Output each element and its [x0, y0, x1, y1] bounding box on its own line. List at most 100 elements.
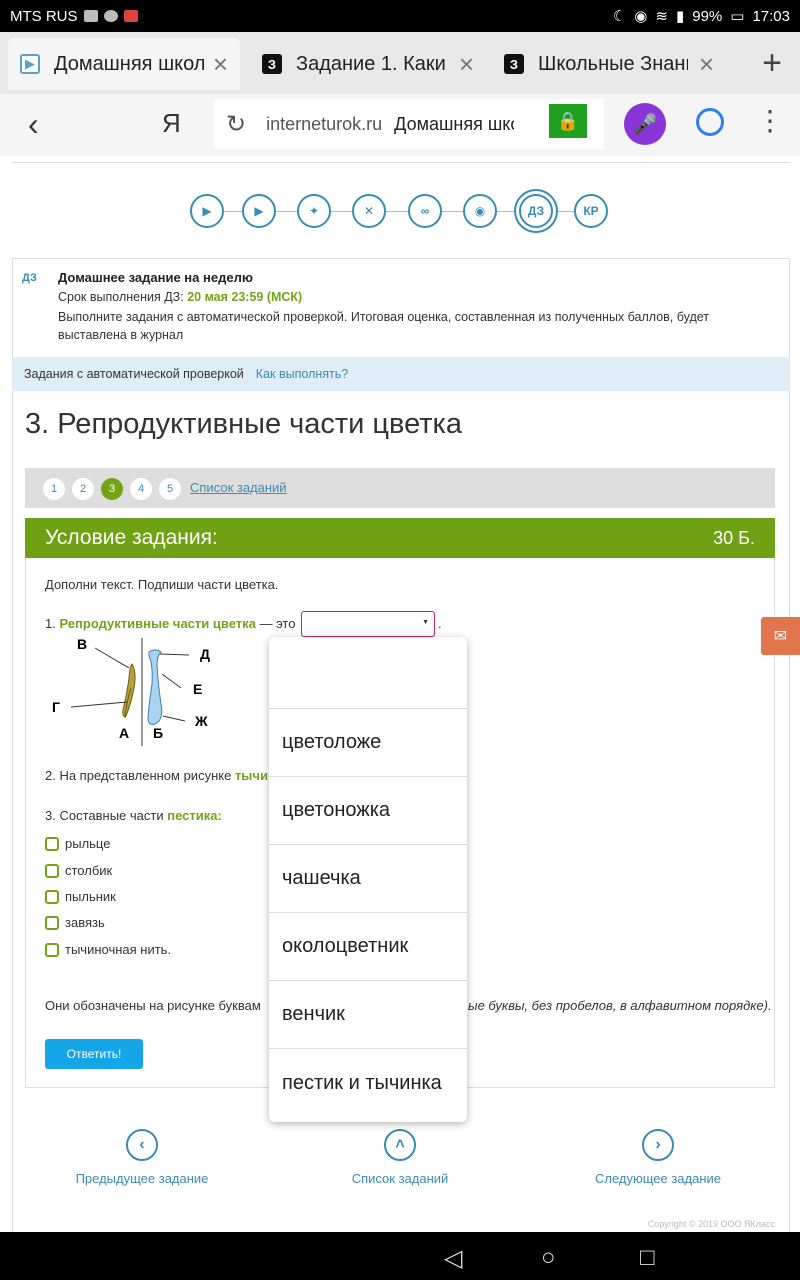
page-2-button[interactable]: 2	[72, 478, 94, 500]
q1-end: .	[438, 616, 442, 631]
dropdown-option[interactable]: цветоножка	[269, 777, 467, 845]
dropdown-option[interactable]: пестик и тычинка	[269, 1049, 467, 1117]
task-list-button[interactable]: ˄ Список заданий	[330, 1129, 470, 1186]
label-g: Г	[52, 699, 60, 715]
nav-home-icon[interactable]: ○	[541, 1244, 556, 1272]
task-list-link[interactable]: Список заданий	[190, 480, 287, 495]
battery-icon: ▭	[730, 8, 745, 25]
tab-title: Школьные Знания	[538, 52, 688, 75]
tab-bar: ▶ Домашняя школа × З Задание 1. Какие × …	[0, 32, 800, 94]
close-icon[interactable]: ×	[459, 49, 474, 80]
checkbox[interactable]	[45, 915, 59, 930]
tab-school-knowledge[interactable]: З Школьные Знания ×	[492, 38, 726, 90]
q1-term: Репродуктивные части цветка	[59, 616, 256, 631]
auto-check-label: Задания с автоматической проверкой	[24, 367, 244, 381]
homework-step-button[interactable]: ДЗ	[519, 194, 553, 228]
label-e: Е	[193, 681, 202, 697]
answer-button[interactable]: Ответить!	[45, 1039, 143, 1069]
divider	[12, 162, 790, 163]
control-work-step-button[interactable]: КР	[574, 194, 608, 228]
deadline-value: 20 мая 23:59 (МСК)	[187, 290, 303, 304]
nav-recents-icon[interactable]: □	[640, 1244, 655, 1272]
copyright: Copyright © 2019 ООО ЯКласс	[647, 1219, 775, 1229]
homework-title: Домашнее задание на неделю	[58, 270, 253, 285]
microphone-icon[interactable]: 🎤	[624, 103, 666, 145]
system-nav-bar: ◁ ○ □	[0, 1232, 800, 1280]
play-icon: ▶	[20, 54, 40, 74]
answer-select[interactable]: ▼	[301, 611, 435, 637]
label-b: Б	[153, 725, 163, 741]
question-3: 3. Составные части пестика:	[45, 808, 222, 823]
page-1-button[interactable]: 1	[43, 478, 65, 500]
test-step-button[interactable]: ∞	[408, 194, 442, 228]
tab-title: Домашняя школа	[54, 52, 204, 75]
dropdown-option[interactable]: чашечка	[269, 845, 467, 913]
app-notification-icon	[123, 10, 138, 22]
option-stigma[interactable]: рыльце	[45, 836, 110, 851]
close-icon[interactable]: ×	[213, 49, 228, 80]
stamen-shape	[122, 663, 136, 717]
next-task-label: Следующее задание	[594, 1171, 722, 1186]
url-page-title: Домашняя школа	[394, 113, 514, 134]
video-step-button[interactable]: ▶	[242, 194, 276, 228]
page-5-button[interactable]: 5	[159, 478, 181, 500]
address-bar[interactable]: ↻ interneturok.ru Домашняя школа	[214, 99, 604, 149]
option-ovary[interactable]: завязь	[45, 915, 105, 930]
tab-task-1[interactable]: З Задание 1. Какие ×	[250, 38, 486, 90]
checkbox[interactable]	[45, 836, 59, 851]
video-step-button[interactable]: ▶	[190, 194, 224, 228]
new-tab-plus-icon[interactable]: +	[762, 44, 782, 83]
option-label: тычиночная нить.	[65, 942, 172, 957]
dropdown-option[interactable]: околоцветник	[269, 913, 467, 981]
checkbox[interactable]	[45, 942, 59, 957]
option-filament[interactable]: тычиночная нить.	[45, 942, 171, 957]
option-label: пыльник	[65, 889, 116, 904]
alice-icon[interactable]	[696, 108, 724, 136]
page-4-button[interactable]: 4	[130, 478, 152, 500]
wifi-icon: ≋	[655, 8, 668, 25]
question-intro: Дополни текст. Подпиши части цветка.	[45, 577, 279, 592]
label-a: А	[119, 725, 129, 741]
url-domain: interneturok.ru	[266, 113, 383, 134]
eye-icon: ◉	[634, 8, 648, 25]
label-zh: Ж	[194, 713, 208, 729]
q3-prefix: 3. Составные части	[45, 808, 168, 823]
chevron-right-icon: ›	[642, 1129, 674, 1161]
back-arrow-icon[interactable]: ‹	[28, 106, 39, 143]
reload-icon[interactable]: ↻	[226, 110, 246, 139]
checkbox[interactable]	[45, 889, 59, 904]
more-menu-icon[interactable]: ⋮	[756, 104, 784, 137]
prev-task-button[interactable]: ‹ Предыдущее задание	[62, 1129, 222, 1186]
answer-dropdown-list[interactable]: цветоложе цветоножка чашечка околоцветни…	[269, 637, 467, 1122]
webinar-step-button[interactable]: ◉	[463, 194, 497, 228]
option-style[interactable]: столбик	[45, 863, 112, 878]
lock-icon[interactable]: 🔒	[549, 104, 587, 138]
option-label: столбик	[65, 863, 113, 878]
nav-back-icon[interactable]: ◁	[444, 1244, 462, 1273]
checkbox[interactable]	[45, 863, 59, 878]
pointer-e	[161, 673, 182, 689]
page-3-button[interactable]: 3	[101, 478, 123, 500]
q1-prefix: 1.	[45, 616, 60, 631]
label-v: В	[77, 636, 87, 652]
moon-icon: ☾	[612, 8, 627, 25]
deadline-label: Срок выполнения ДЗ:	[58, 290, 184, 304]
next-task-button[interactable]: › Следующее задание	[583, 1129, 733, 1186]
pointer-v	[94, 647, 130, 669]
dropdown-option[interactable]: венчик	[269, 981, 467, 1049]
option-anther[interactable]: пыльник	[45, 889, 116, 904]
chat-icon[interactable]: ✉	[761, 617, 800, 655]
yandex-logo[interactable]: Я	[162, 108, 181, 139]
lightbulb-step-button[interactable]: ✦	[297, 194, 331, 228]
dropdown-option-empty[interactable]	[269, 637, 467, 709]
q3-term: пестика:	[167, 808, 222, 823]
pointer-d	[159, 653, 190, 656]
how-to-link[interactable]: Как выполнять?	[256, 367, 348, 381]
trainer-step-button[interactable]: ✕	[352, 194, 386, 228]
chat-icon	[103, 10, 118, 22]
homework-deadline: Срок выполнения ДЗ: 20 мая 23:59 (МСК)	[58, 290, 302, 304]
znaniya-icon: З	[262, 54, 282, 74]
tab-home-school[interactable]: ▶ Домашняя школа ×	[8, 38, 240, 90]
dropdown-option[interactable]: цветоложе	[269, 709, 467, 777]
close-icon[interactable]: ×	[699, 49, 714, 80]
